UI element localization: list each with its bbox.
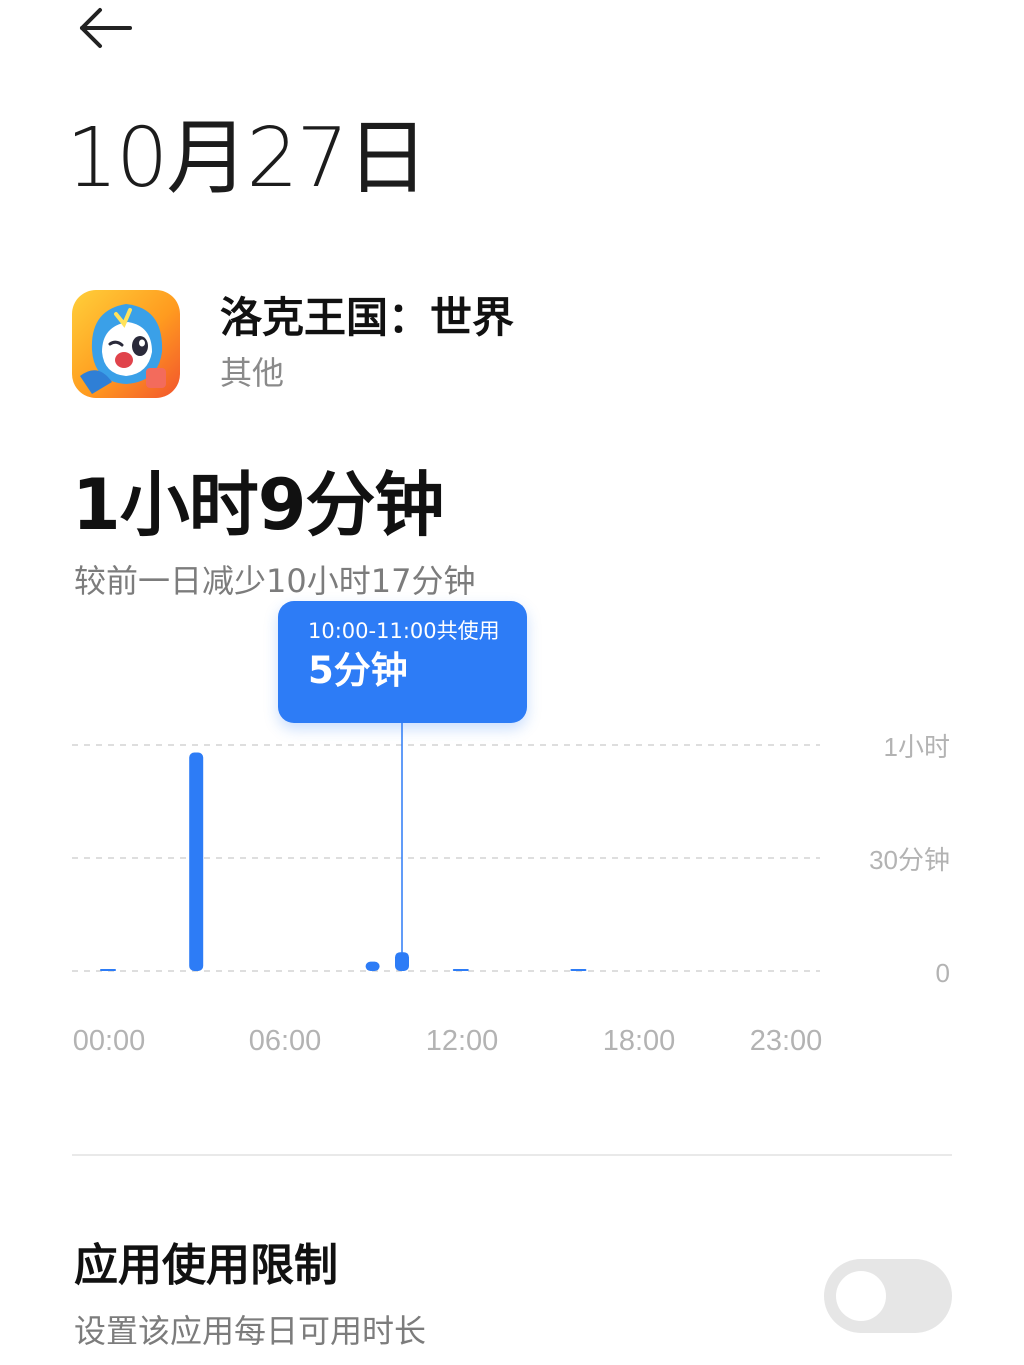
app-header: 洛克王国：世界 其他 — [72, 290, 514, 398]
usage-limit-toggle[interactable] — [824, 1259, 952, 1333]
usage-bar[interactable] — [365, 961, 380, 971]
grid-lines — [72, 744, 820, 972]
divider — [72, 1154, 952, 1156]
usage-limit-title: 应用使用限制 — [74, 1240, 338, 1291]
tooltip-range: 10:00-11:00共使用 — [308, 619, 500, 643]
y-tick-label: 0 — [936, 958, 950, 988]
back-button[interactable] — [62, 0, 146, 56]
usage-bar[interactable] — [570, 969, 587, 971]
x-tick-label: 23:00 — [750, 1025, 823, 1057]
y-tick-label: 30分钟 — [869, 845, 950, 875]
toggle-knob — [836, 1271, 886, 1321]
total-usage-time: 1小时9分钟 — [72, 464, 444, 546]
usage-tooltip: 10:00-11:00共使用 5分钟 — [278, 601, 527, 723]
page-title: 10月27日 — [66, 111, 429, 206]
x-tick-label: 18:00 — [603, 1025, 676, 1057]
tooltip-value: 5分钟 — [308, 649, 408, 692]
usage-bar[interactable] — [189, 752, 204, 972]
y-tick-label: 1小时 — [884, 732, 950, 762]
bars-group — [100, 752, 587, 972]
x-tick-label: 12:00 — [426, 1025, 499, 1057]
usage-comparison: 较前一日减少10小时17分钟 — [74, 562, 476, 600]
x-tick-label: 00:00 — [73, 1025, 146, 1057]
app-category: 其他 — [220, 354, 285, 393]
usage-chart[interactable]: 1小时 30分钟 0 00:00 06:00 12:00 18:00 23:00 — [0, 720, 1024, 1080]
usage-bar[interactable] — [100, 969, 116, 971]
x-tick-label: 06:00 — [249, 1025, 322, 1057]
usage-limit-subtitle: 设置该应用每日可用时长 — [74, 1312, 427, 1350]
app-icon — [72, 290, 180, 398]
app-name: 洛克王国：世界 — [220, 292, 515, 342]
arrow-left-icon — [80, 8, 132, 48]
usage-bar[interactable] — [452, 969, 469, 971]
